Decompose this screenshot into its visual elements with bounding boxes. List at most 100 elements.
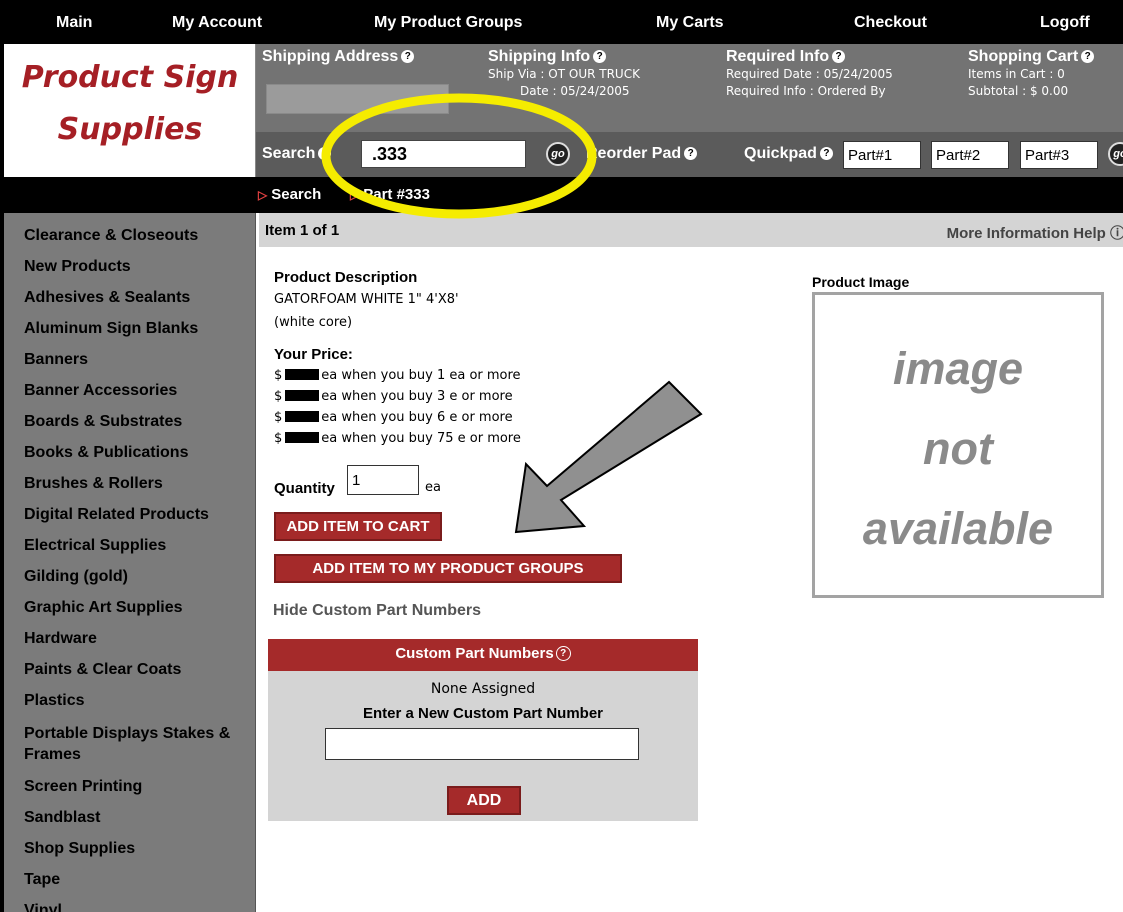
help-icon[interactable]: ? — [832, 50, 846, 63]
custom-part-numbers-header: Custom Part Numbers? — [268, 639, 698, 671]
sidebar-item-brushes[interactable]: Brushes & Rollers — [24, 473, 252, 494]
shopping-cart-block: Shopping Cart? Items in Cart : 0 Subtota… — [968, 48, 1095, 100]
more-info-help-link[interactable]: More Information Help ⓘ — [947, 222, 1123, 243]
sidebar-item-portable-displays[interactable]: Portable Displays Stakes & Frames — [24, 723, 252, 765]
help-icon[interactable]: ? — [593, 50, 607, 63]
breadcrumb: ▷ Search ▷ Part #333 — [4, 177, 1123, 213]
product-description-label: Product Description — [274, 269, 418, 286]
required-info-block: Required Info? Required Date : 05/24/200… — [726, 48, 893, 100]
sidebar-item-graphic-art[interactable]: Graphic Art Supplies — [24, 597, 252, 618]
help-icon[interactable]: ? — [819, 147, 833, 160]
required-date-text: Required Date : 05/24/2005 — [726, 67, 893, 81]
subtotal-text: Subtotal : $ 0.00 — [968, 84, 1069, 98]
sidebar-item-banners[interactable]: Banners — [24, 349, 252, 370]
quantity-input[interactable] — [347, 465, 419, 495]
shipping-address-redacted — [266, 84, 449, 114]
shipping-address-title[interactable]: Shipping Address — [262, 48, 398, 65]
breadcrumb-part: ▷ Part #333 — [350, 186, 430, 203]
reorder-pad-link[interactable]: Reorder Pad? — [586, 145, 698, 163]
custom-part-number-input[interactable] — [325, 728, 639, 760]
required-info-text: Required Info : Ordered By — [726, 84, 886, 98]
quantity-unit: ea — [425, 480, 441, 495]
shipping-address-block: Shipping Address? — [262, 48, 415, 66]
triangle-right-icon: ▷ — [258, 188, 268, 202]
sidebar-item-adhesives[interactable]: Adhesives & Sealants — [24, 287, 252, 308]
shopping-cart-title[interactable]: Shopping Cart — [968, 48, 1078, 65]
nav-my-product-groups[interactable]: My Product Groups — [374, 14, 522, 32]
price-redacted — [285, 390, 320, 401]
page-frame: Main My Account My Product Groups My Car… — [0, 0, 1123, 912]
logo[interactable]: Product Sign Supplies — [4, 44, 256, 177]
ship-date-text: Date : 05/24/2005 — [520, 84, 630, 98]
price-row: $ ea when you buy 1 ea or more — [274, 368, 521, 383]
sidebar-item-banner-accessories[interactable]: Banner Accessories — [24, 380, 252, 401]
shipping-info-title[interactable]: Shipping Info — [488, 48, 590, 65]
quickpad-input-1[interactable] — [843, 141, 921, 169]
sidebar-item-shop-supplies[interactable]: Shop Supplies — [24, 838, 252, 859]
nav-my-account[interactable]: My Account — [172, 14, 262, 32]
nav-main[interactable]: Main — [56, 14, 92, 32]
enter-custom-part-label: Enter a New Custom Part Number — [362, 705, 604, 722]
item-counter: Item 1 of 1 — [265, 222, 340, 239]
nav-checkout[interactable]: Checkout — [854, 14, 927, 32]
product-description-line-1: GATORFOAM WHITE 1" 4'X8' — [274, 292, 459, 307]
quantity-label: Quantity — [274, 480, 335, 497]
sidebar-item-vinyl[interactable]: Vinyl — [24, 900, 252, 912]
sidebar-item-tape[interactable]: Tape — [24, 869, 252, 890]
sidebar-item-books[interactable]: Books & Publications — [24, 442, 252, 463]
sidebar-item-clearance[interactable]: Clearance & Closeouts — [24, 225, 252, 246]
none-assigned-text: None Assigned — [430, 681, 536, 697]
item-header-bar: Item 1 of 1 More Information Help ⓘ — [259, 213, 1123, 247]
nav-logoff[interactable]: Logoff — [1040, 14, 1090, 32]
sidebar-item-boards[interactable]: Boards & Substrates — [24, 411, 252, 432]
account-info-strip: Shipping Address? Shipping Info? Ship Vi… — [256, 44, 1123, 132]
top-nav: Main My Account My Product Groups My Car… — [4, 4, 1123, 44]
quickpad-input-2[interactable] — [931, 141, 1009, 169]
hide-custom-part-numbers-link[interactable]: Hide Custom Part Numbers — [273, 602, 481, 620]
product-image-placeholder: image not available — [812, 292, 1104, 598]
image-text-3: available — [862, 503, 1054, 554]
nav-my-carts[interactable]: My Carts — [656, 14, 724, 32]
help-icon[interactable]: ? — [1081, 50, 1095, 63]
sidebar-item-aluminum[interactable]: Aluminum Sign Blanks — [24, 318, 252, 339]
quickpad-input-3[interactable] — [1020, 141, 1098, 169]
search-input[interactable] — [361, 140, 526, 168]
help-circle-icon[interactable]: ? — [555, 646, 571, 661]
search-label: Search? — [262, 145, 332, 163]
price-row: $ ea when you buy 6 e or more — [274, 410, 513, 425]
sidebar-item-plastics[interactable]: Plastics — [24, 690, 252, 711]
price-row: $ ea when you buy 3 e or more — [274, 389, 513, 404]
help-icon[interactable]: ? — [318, 147, 332, 160]
help-circle-icon[interactable]: ⓘ — [1110, 225, 1123, 242]
help-icon[interactable]: ? — [684, 147, 698, 160]
image-text-2: not — [923, 423, 993, 474]
product-description-line-2: (white core) — [274, 315, 353, 330]
search-strip: Search? go Reorder Pad? Quickpad? go — [256, 132, 1123, 177]
sidebar-item-digital[interactable]: Digital Related Products — [24, 504, 252, 525]
quickpad-go-button[interactable]: go — [1108, 142, 1123, 166]
sidebar-item-paints[interactable]: Paints & Clear Coats — [24, 659, 252, 680]
add-to-product-groups-button[interactable]: ADD ITEM TO MY PRODUCT GROUPS — [274, 554, 622, 583]
price-row: $ ea when you buy 75 e or more — [274, 431, 521, 446]
add-to-cart-button[interactable]: ADD ITEM TO CART — [274, 512, 442, 541]
ship-via-text: Ship Via : OT OUR TRUCK — [488, 67, 640, 81]
price-redacted — [285, 432, 320, 443]
help-icon[interactable]: ? — [401, 50, 415, 63]
sidebar-item-electrical[interactable]: Electrical Supplies — [24, 535, 252, 556]
sidebar-item-screen-printing[interactable]: Screen Printing — [24, 776, 252, 797]
price-redacted — [285, 411, 320, 422]
sidebar-item-sandblast[interactable]: Sandblast — [24, 807, 252, 828]
logo-line-1: Product Sign — [21, 60, 239, 95]
add-custom-part-button[interactable]: ADD — [447, 786, 521, 815]
breadcrumb-search[interactable]: ▷ Search — [258, 186, 321, 203]
custom-part-numbers-panel: Custom Part Numbers? None Assigned Enter… — [268, 639, 698, 821]
sidebar-item-gilding[interactable]: Gilding (gold) — [24, 566, 252, 587]
logo-line-2: Supplies — [57, 112, 203, 147]
triangle-right-icon: ▷ — [350, 188, 360, 202]
search-go-button[interactable]: go — [546, 142, 570, 166]
sidebar-item-new-products[interactable]: New Products — [24, 256, 252, 277]
price-redacted — [285, 369, 320, 380]
required-info-title[interactable]: Required Info — [726, 48, 829, 65]
sidebar-item-hardware[interactable]: Hardware — [24, 628, 252, 649]
shipping-info-block: Shipping Info? Ship Via : OT OUR TRUCK D… — [488, 48, 640, 100]
